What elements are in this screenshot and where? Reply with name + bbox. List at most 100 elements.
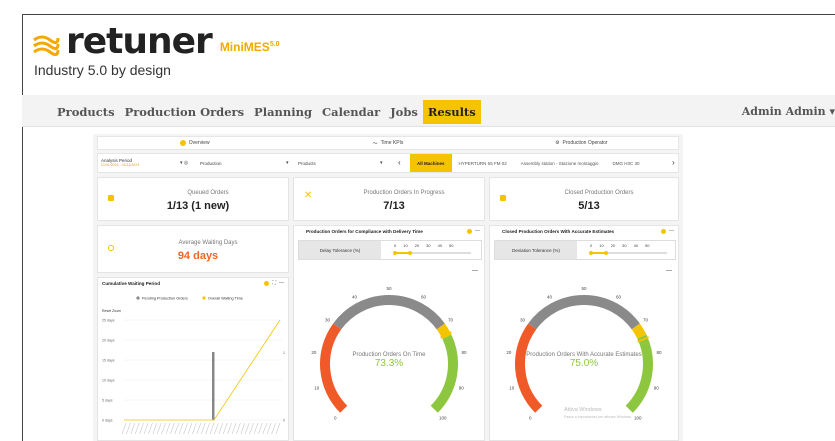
slider-track[interactable] [393, 250, 471, 255]
in-progress-card: ✕ Production Orders In Progress 7/13 [293, 177, 485, 221]
delay-tolerance-slider[interactable]: Delay Tolerance (%) 0 10 20 30 40 50 [298, 240, 482, 260]
dashboard-tabs: Overview 〜 Time KPIs ⚙ Production Operator [97, 136, 679, 150]
x-tick-label [275, 422, 281, 435]
machines-prev-button[interactable]: ‹ [398, 158, 401, 167]
slider-handle-max[interactable] [408, 250, 413, 255]
minimize-icon[interactable]: — [669, 228, 674, 234]
cumulative-chart: Reset Zoom Pending Production Orders Overa… [102, 296, 285, 435]
slider-handle-max[interactable] [604, 250, 609, 255]
y-tick-label: 25 days [102, 319, 115, 323]
x-tick-label [236, 422, 241, 435]
info-icon[interactable] [467, 228, 472, 234]
cumulative-title: Cumulative Waiting Period [102, 281, 161, 286]
info-icon[interactable] [661, 228, 666, 234]
x-tick-label [192, 422, 197, 435]
expand-icon[interactable]: ⛶ [272, 280, 276, 286]
right-tick-label: 0 [283, 419, 285, 423]
machine-chip[interactable]: Assembly station - Stazione montaggio [514, 154, 606, 172]
closed-orders-card: Closed Production Orders 5/13 [489, 177, 679, 221]
x-tick-label [165, 422, 171, 435]
x-tick-label [130, 422, 136, 435]
x-tick-label [240, 422, 246, 435]
brand-product: MiniMES5.0 [219, 40, 280, 54]
nav-calendar[interactable]: Calendar [317, 100, 385, 124]
slider-tick: 0 [394, 243, 397, 248]
nav-products[interactable]: Products [52, 100, 120, 124]
nav-jobs[interactable]: Jobs [385, 100, 423, 124]
gauge-tick-label: 30 [520, 317, 526, 322]
machines-next-button[interactable]: › [672, 158, 675, 167]
watermark-subtitle: Passa a Impostazioni per attivare Window… [564, 415, 632, 419]
nav-production-orders[interactable]: Production Orders [120, 100, 249, 124]
cumulative-controls: ⛶ — [264, 280, 284, 286]
tab-overview[interactable]: Overview [98, 137, 291, 149]
queued-orders-label: Queued Orders [187, 190, 229, 196]
brand-logo: retuner MiniMES5.0 Industry 5.0 by desig… [32, 24, 280, 78]
y-tick-label: 0 days [102, 419, 113, 423]
production-select[interactable]: Production [200, 161, 222, 166]
info-icon[interactable] [264, 280, 270, 286]
delivery-compliance-panel: Production Orders for Compliance with De… [293, 225, 485, 441]
slider-handle-min[interactable] [589, 250, 593, 255]
gauge-tick-label: 50 [581, 286, 587, 291]
calendar-icon[interactable]: ▾ ◎ [180, 160, 188, 166]
in-progress-label: Production Orders In Progress [363, 190, 445, 196]
machine-chip[interactable]: HYPERTURN 65 FM 02 [452, 154, 514, 172]
tab-label: Production Operator [562, 140, 608, 146]
slider-track[interactable] [589, 250, 667, 255]
slider-tick: 20 [610, 243, 616, 248]
machine-chip[interactable]: All Machines [410, 154, 452, 172]
analysis-period[interactable]: Analysis Period 01/01/2024 - 31/12/2024 [101, 158, 139, 168]
gauge-tick-label: 10 [314, 385, 320, 390]
y-tick-label: 10 days [102, 379, 115, 383]
legend-entry[interactable]: Pending Production Orders [142, 297, 188, 301]
tab-label: Time KPIs [380, 140, 404, 146]
waiting-days-card: Average Waiting Days 94 days [97, 225, 289, 273]
watermark-title: Attiva Windows [564, 407, 602, 413]
nav-results[interactable]: Results [422, 100, 481, 124]
x-tick-label [134, 422, 140, 435]
gauge-tick-label: 100 [634, 416, 642, 421]
tab-production-operator[interactable]: ⚙ Production Operator [485, 137, 678, 149]
brand-tagline: Industry 5.0 by design [34, 62, 171, 78]
x-tick-label [121, 422, 127, 435]
x-tick-label [209, 422, 215, 435]
minimize-icon[interactable]: — [279, 280, 284, 286]
products-select[interactable]: Products [298, 161, 316, 166]
results-dashboard: Overview 〜 Time KPIs ⚙ Production Operator A… [93, 134, 683, 441]
chart-line-icon: 〜 [372, 140, 378, 147]
machine-chips: All Machines HYPERTURN 65 FM 02 Assembly s… [410, 154, 668, 172]
slider-tick: 50 [645, 243, 650, 248]
gauge-tick-label: 10 [509, 385, 515, 390]
gauge-grey-band [333, 295, 445, 330]
tab-time-kpis[interactable]: 〜 Time KPIs [291, 137, 484, 149]
cumulative-waiting-panel: Cumulative Waiting Period ⛶ — Reset Zoom… [97, 277, 289, 441]
x-tick-label [205, 422, 210, 435]
legend-entry[interactable]: Overall Waiting Time [208, 297, 243, 301]
deviation-tolerance-slider[interactable]: Deviation Tolerance (%) 0 10 20 30 40 50 [494, 240, 676, 260]
on-time-gauge-text: Production Orders On Time 73.3% [294, 352, 484, 369]
overview-icon [179, 140, 186, 146]
minimize-icon[interactable]: — [475, 228, 480, 234]
deviation-tolerance-ticks: 0 10 20 30 40 50 [590, 243, 650, 248]
slider-tick: 0 [590, 243, 593, 248]
deviation-tolerance-label: Deviation Tolerance (%) [495, 241, 577, 259]
x-tick-label [227, 422, 232, 435]
machine-chip[interactable]: DMG H3C 30 [606, 154, 647, 172]
user-menu[interactable]: Admin Admin ▾ [742, 105, 835, 118]
slider-tick: 50 [449, 243, 454, 248]
x-tick-label [253, 422, 259, 435]
gauge-tick-label: 70 [643, 317, 649, 322]
slider-tick: 40 [437, 243, 443, 248]
gear-icon: ⚙ [555, 140, 560, 146]
x-tick-label [148, 422, 153, 435]
nav-planning[interactable]: Planning [249, 100, 317, 124]
slider-handle-min[interactable] [393, 250, 397, 255]
gauge-tick-label: 0 [529, 416, 532, 421]
overall-waiting-line [124, 319, 281, 421]
retuner-mark-icon [33, 35, 60, 56]
reset-zoom-button[interactable]: Reset Zoom [102, 309, 121, 313]
legend-pending-marker [136, 296, 140, 300]
in-progress-value: 7/13 [383, 200, 405, 212]
slider-tick: 10 [599, 243, 604, 248]
